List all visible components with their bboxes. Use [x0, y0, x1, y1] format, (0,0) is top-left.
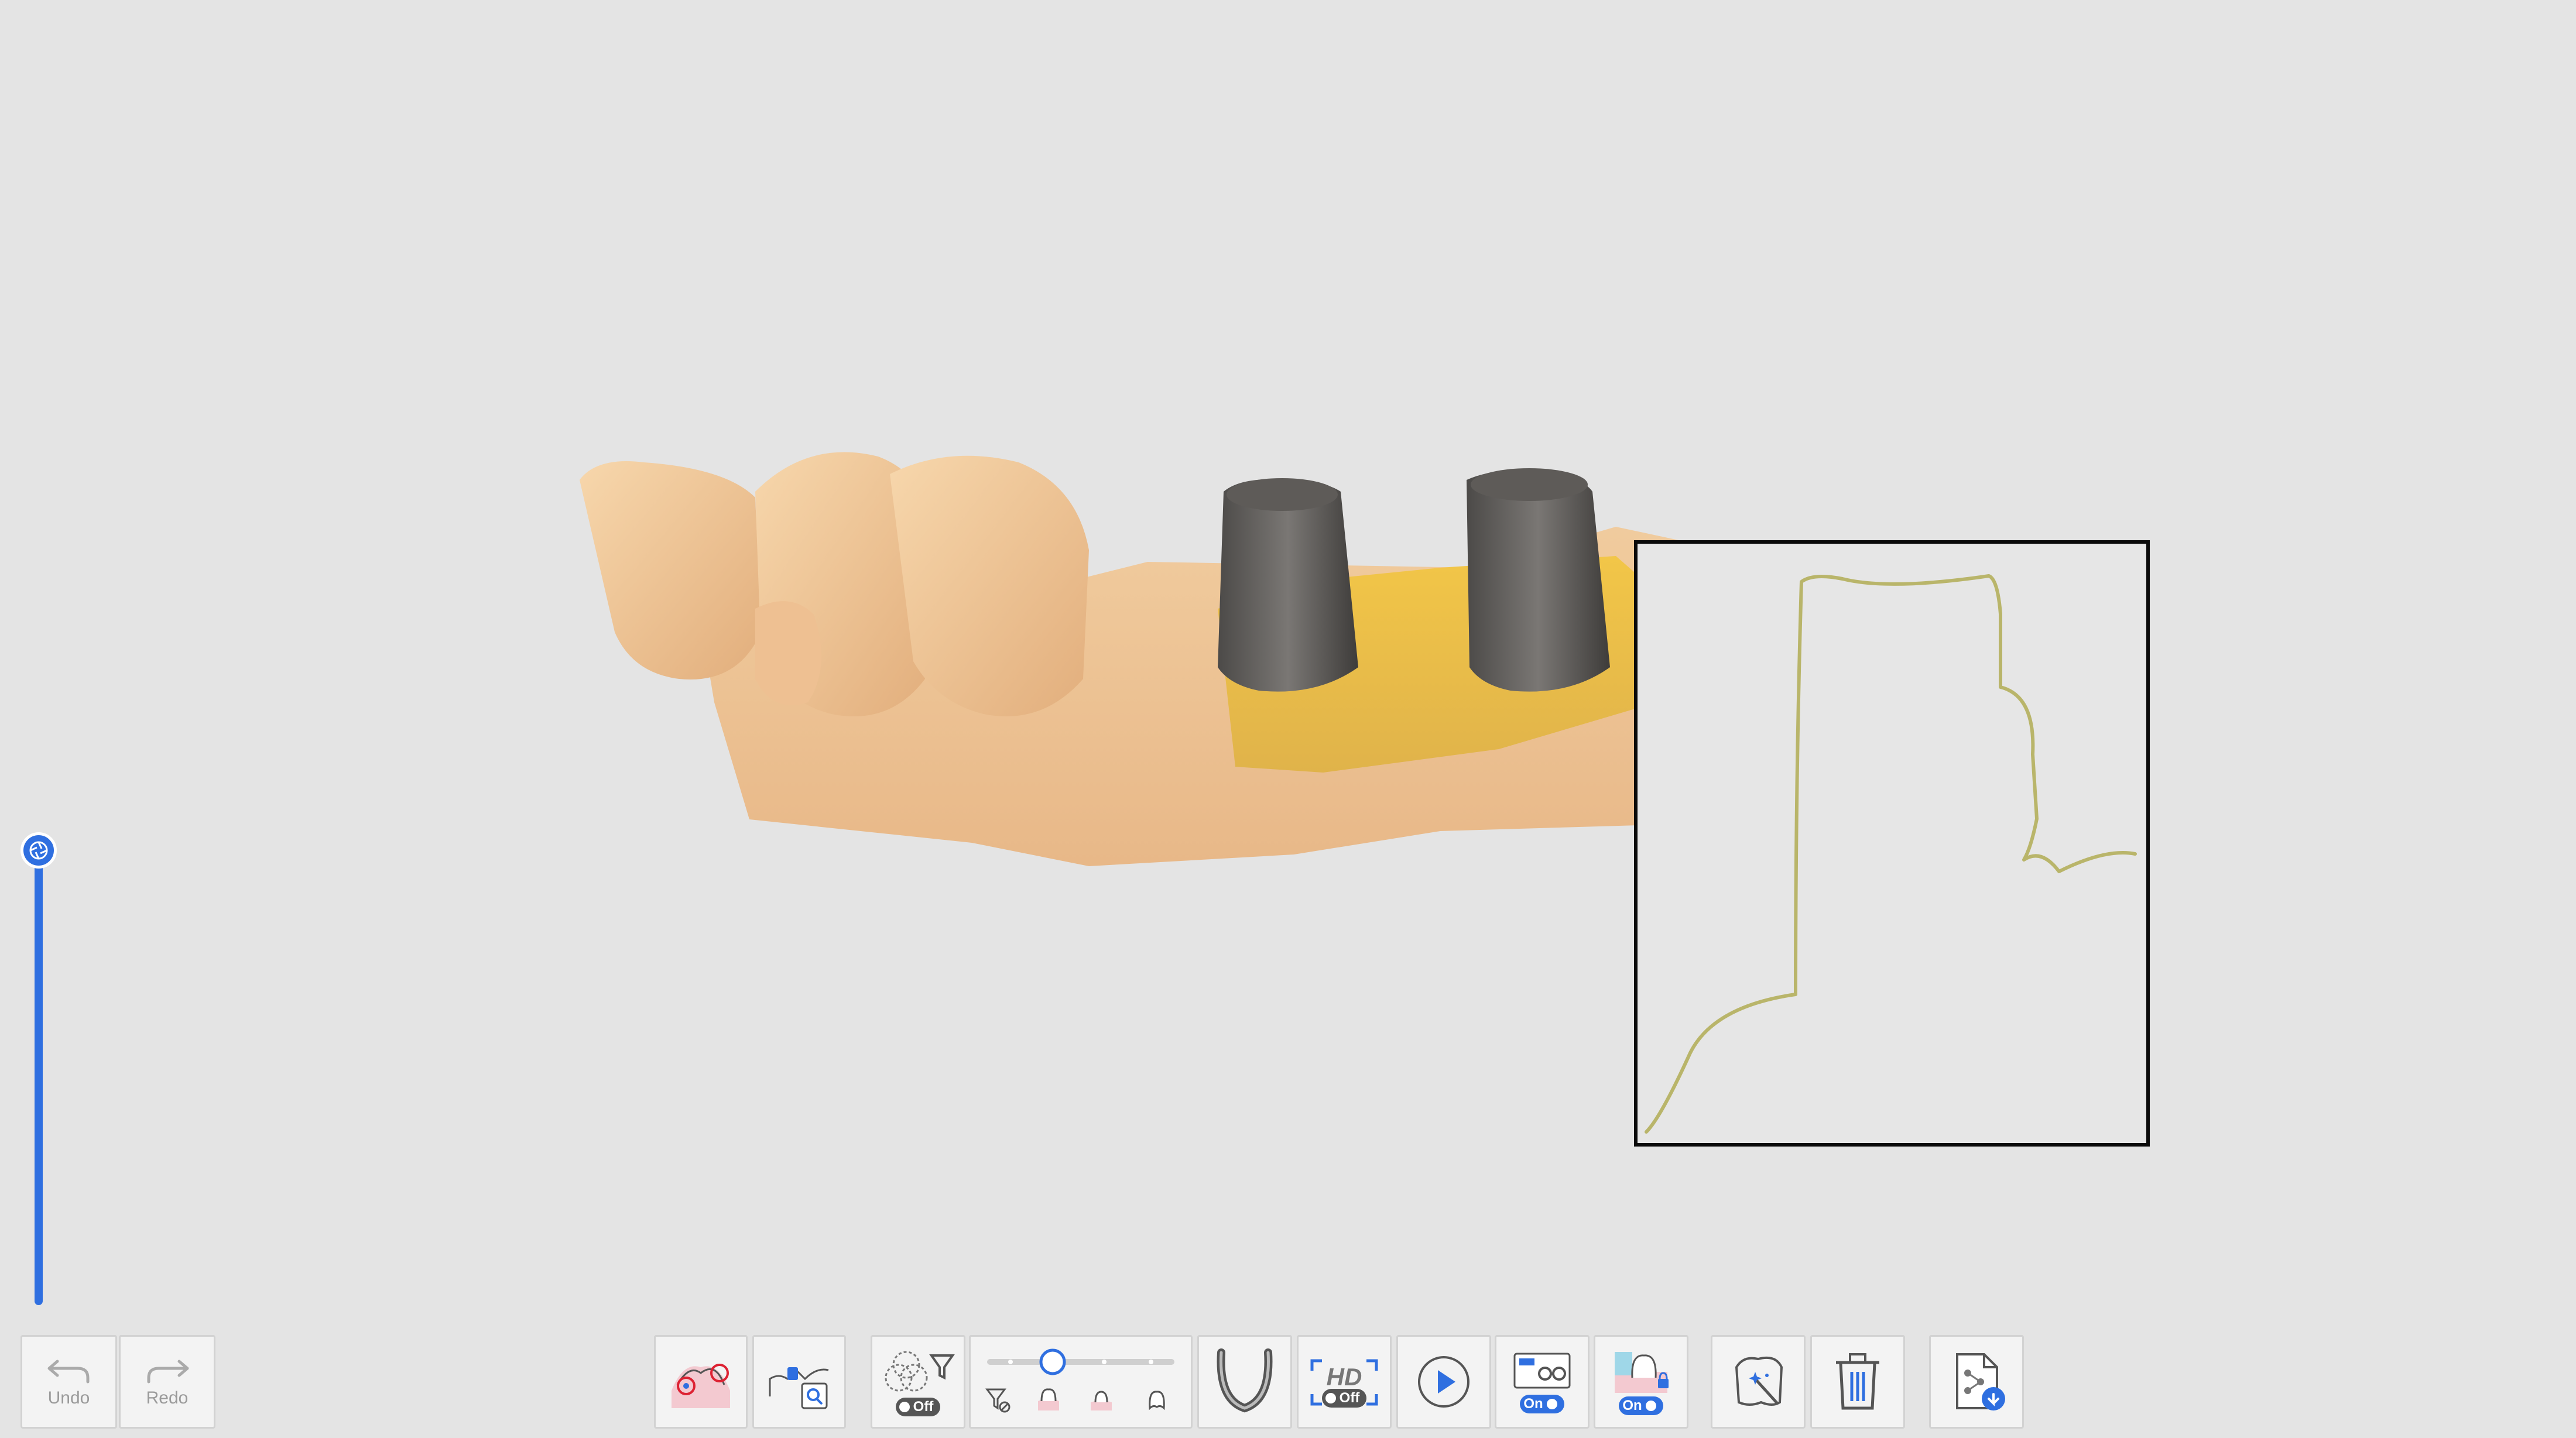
- undo-icon: [47, 1360, 89, 1384]
- filter-toggle-state: Off: [913, 1399, 934, 1415]
- scan-inspect-button[interactable]: [752, 1335, 846, 1429]
- filter-toggle[interactable]: Off: [895, 1398, 941, 1416]
- depth-slider-handle[interactable]: [20, 832, 57, 869]
- tooth-small: [755, 601, 821, 705]
- undo-button[interactable]: Undo: [20, 1335, 117, 1429]
- export-button[interactable]: [1929, 1335, 2024, 1429]
- tooth-small-gum-icon: [1091, 1391, 1112, 1410]
- depth-slider[interactable]: [20, 832, 57, 1306]
- overlay-toggle-state: On: [1523, 1396, 1543, 1412]
- filter-level-slider[interactable]: [975, 1344, 1186, 1420]
- depth-slider-track[interactable]: [35, 856, 43, 1305]
- margin-line-button[interactable]: [654, 1335, 748, 1429]
- lock-tooth-button[interactable]: On: [1594, 1335, 1688, 1429]
- cross-section-panel[interactable]: [1634, 540, 2150, 1147]
- aperture-icon: [29, 841, 48, 860]
- hd-toggle-button[interactable]: HD Off: [1297, 1335, 1392, 1429]
- redo-label: Redo: [146, 1388, 189, 1408]
- filter-level-knob[interactable]: [1039, 1348, 1066, 1375]
- lock-tooth-icon: [1615, 1352, 1669, 1393]
- overlay-view-button[interactable]: On: [1495, 1335, 1590, 1429]
- undo-label: Undo: [47, 1388, 90, 1408]
- overlay-toggle[interactable]: On: [1520, 1395, 1564, 1413]
- trash-icon: [1836, 1353, 1879, 1410]
- delete-button[interactable]: [1810, 1335, 1905, 1429]
- tooth-gum-icon: [1038, 1388, 1059, 1410]
- cross-section-curve: [1645, 574, 2137, 1134]
- scan-viewport[interactable]: Undo Redo Off HD Off On On: [0, 0, 2576, 1438]
- lock-toggle[interactable]: On: [1619, 1396, 1663, 1415]
- filter-off-icon: [985, 1388, 1010, 1413]
- scan-inspect-icon: [769, 1367, 829, 1409]
- tooth-1: [580, 461, 761, 679]
- play-button[interactable]: [1396, 1335, 1491, 1429]
- export-file-icon: [1956, 1353, 2005, 1410]
- hd-label: HD: [1327, 1363, 1362, 1391]
- magic-tooth-icon: [1735, 1356, 1783, 1406]
- arch-icon: [1217, 1348, 1273, 1413]
- dental-scan-model[interactable]: [562, 421, 1733, 901]
- redo-button[interactable]: Redo: [119, 1335, 215, 1429]
- filter-icon: [885, 1351, 955, 1392]
- filter-toggle-button[interactable]: Off: [871, 1335, 965, 1429]
- filter-level-control[interactable]: [969, 1335, 1193, 1429]
- arch-view-button[interactable]: [1197, 1335, 1292, 1429]
- implant-post-1: [1218, 479, 1358, 692]
- margin-line-icon: [672, 1364, 730, 1408]
- hd-toggle[interactable]: Off: [1321, 1389, 1367, 1408]
- hd-toggle-state: Off: [1339, 1390, 1360, 1406]
- implant-post-2: [1467, 471, 1610, 692]
- tooth-only-icon: [1149, 1391, 1165, 1410]
- redo-icon: [147, 1360, 189, 1384]
- play-icon: [1418, 1356, 1469, 1408]
- auto-trim-button[interactable]: [1711, 1335, 1806, 1429]
- lock-toggle-state: On: [1622, 1398, 1642, 1413]
- overlay-view-icon: [1513, 1353, 1571, 1389]
